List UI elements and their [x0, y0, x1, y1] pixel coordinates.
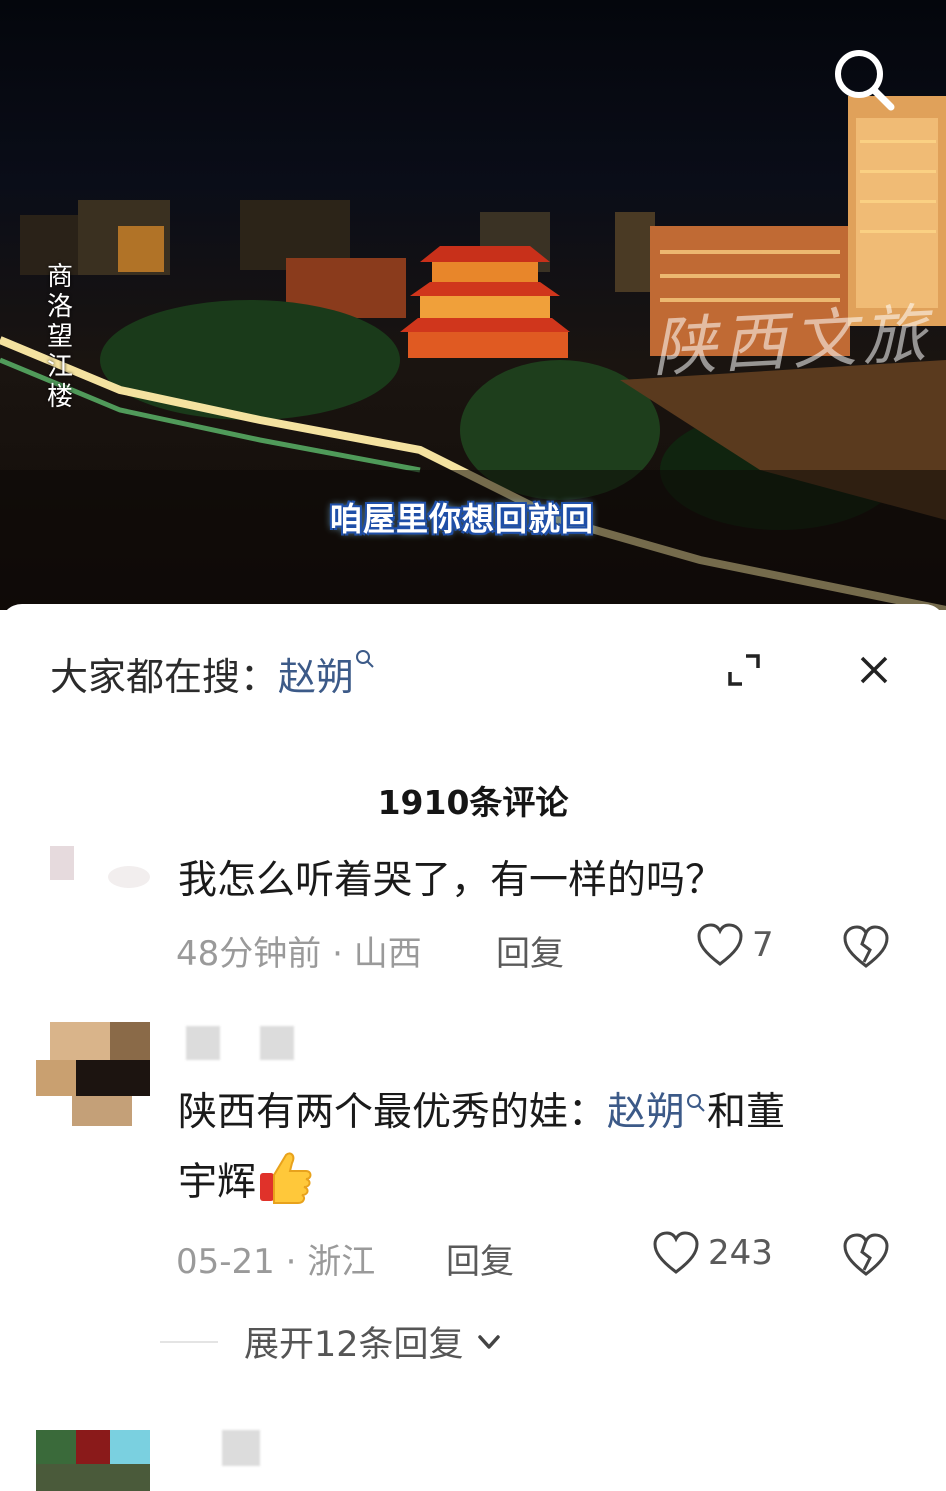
- expand-icon: [728, 654, 760, 686]
- hot-search-term[interactable]: 赵朔: [278, 646, 354, 701]
- search-icon: [835, 50, 895, 111]
- title-char: 江: [46, 352, 73, 382]
- meta-separator: ·: [285, 1242, 308, 1282]
- video-subtitle: 咱屋里你想回就回: [330, 500, 595, 538]
- comment-time: 48分钟前: [176, 934, 322, 974]
- hot-search-bar[interactable]: 大家都在搜： 赵朔: [50, 646, 376, 701]
- expand-replies-button[interactable]: 展开12条回复: [160, 1316, 506, 1367]
- like-count: 243: [708, 1233, 773, 1273]
- avatar[interactable]: [36, 1430, 150, 1491]
- avatar[interactable]: [46, 836, 156, 900]
- video-watermark: 陕西文旅: [650, 297, 935, 387]
- like-button[interactable]: 243: [652, 1230, 773, 1276]
- comment-meta: 05-21 · 浙江: [176, 1234, 375, 1283]
- like-button[interactable]: 7: [696, 922, 774, 968]
- meta-separator: ·: [332, 934, 354, 974]
- expand-replies-label: 展开12条回复: [244, 1325, 464, 1365]
- comment-text-part: 宇辉: [178, 1160, 257, 1205]
- username-placeholder[interactable]: [186, 1026, 220, 1060]
- comment-location: 浙江: [307, 1242, 376, 1282]
- comment-time: 05-21: [176, 1242, 275, 1282]
- comment-text-part: 陕西有两个最优秀的娃：: [178, 1090, 608, 1135]
- broken-heart-icon: [843, 925, 889, 968]
- avatar[interactable]: [36, 1022, 150, 1130]
- heart-icon: [653, 1231, 699, 1274]
- close-panel-button[interactable]: [852, 648, 896, 692]
- close-icon: [860, 656, 888, 684]
- heart-icon: [697, 923, 743, 966]
- broken-heart-icon: [843, 1233, 889, 1276]
- reply-button[interactable]: 回复: [446, 1234, 514, 1283]
- reply-button[interactable]: 回复: [496, 926, 564, 975]
- search-button[interactable]: [828, 44, 900, 116]
- comment-location: 山西: [353, 934, 422, 974]
- title-char: 望: [46, 322, 73, 352]
- search-icon: [356, 650, 374, 668]
- hot-search-label: 大家都在搜：: [50, 655, 279, 699]
- video-player[interactable]: 商 洛 望 江 楼 陕西文旅 咱屋里你想回就回: [0, 0, 946, 610]
- comment-text-part: 和董: [707, 1090, 786, 1135]
- search-icon: [687, 1094, 705, 1112]
- comment-text: 我怎么听着哭了，有一样的吗？: [178, 858, 725, 903]
- comment-panel: 大家都在搜： 赵朔 1910条评论 我怎么听着哭了，有一样的吗？ 48分钟前 ·…: [0, 604, 946, 1491]
- chevron-down-icon: [477, 1334, 500, 1349]
- comment-meta: 48分钟前 · 山西: [176, 926, 422, 975]
- comment-text: 陕西有两个最优秀的娃：赵朔 和董 宇辉: [178, 1078, 785, 1218]
- like-count: 7: [752, 925, 774, 965]
- expand-panel-button[interactable]: [722, 648, 766, 692]
- thumbs-up-emoji-icon: [260, 1152, 312, 1204]
- username-placeholder[interactable]: [222, 1430, 260, 1466]
- username-placeholder[interactable]: [260, 1026, 294, 1060]
- comment-count: 1910条评论: [377, 783, 569, 822]
- title-char: 商: [46, 262, 73, 292]
- mention-link[interactable]: 赵朔: [607, 1090, 685, 1135]
- divider: [160, 1340, 218, 1343]
- title-char: 楼: [46, 382, 73, 412]
- title-char: 洛: [46, 292, 73, 322]
- dislike-button[interactable]: [842, 1232, 890, 1278]
- video-location-title: 商 洛 望 江 楼: [44, 262, 76, 412]
- dislike-button[interactable]: [842, 924, 890, 970]
